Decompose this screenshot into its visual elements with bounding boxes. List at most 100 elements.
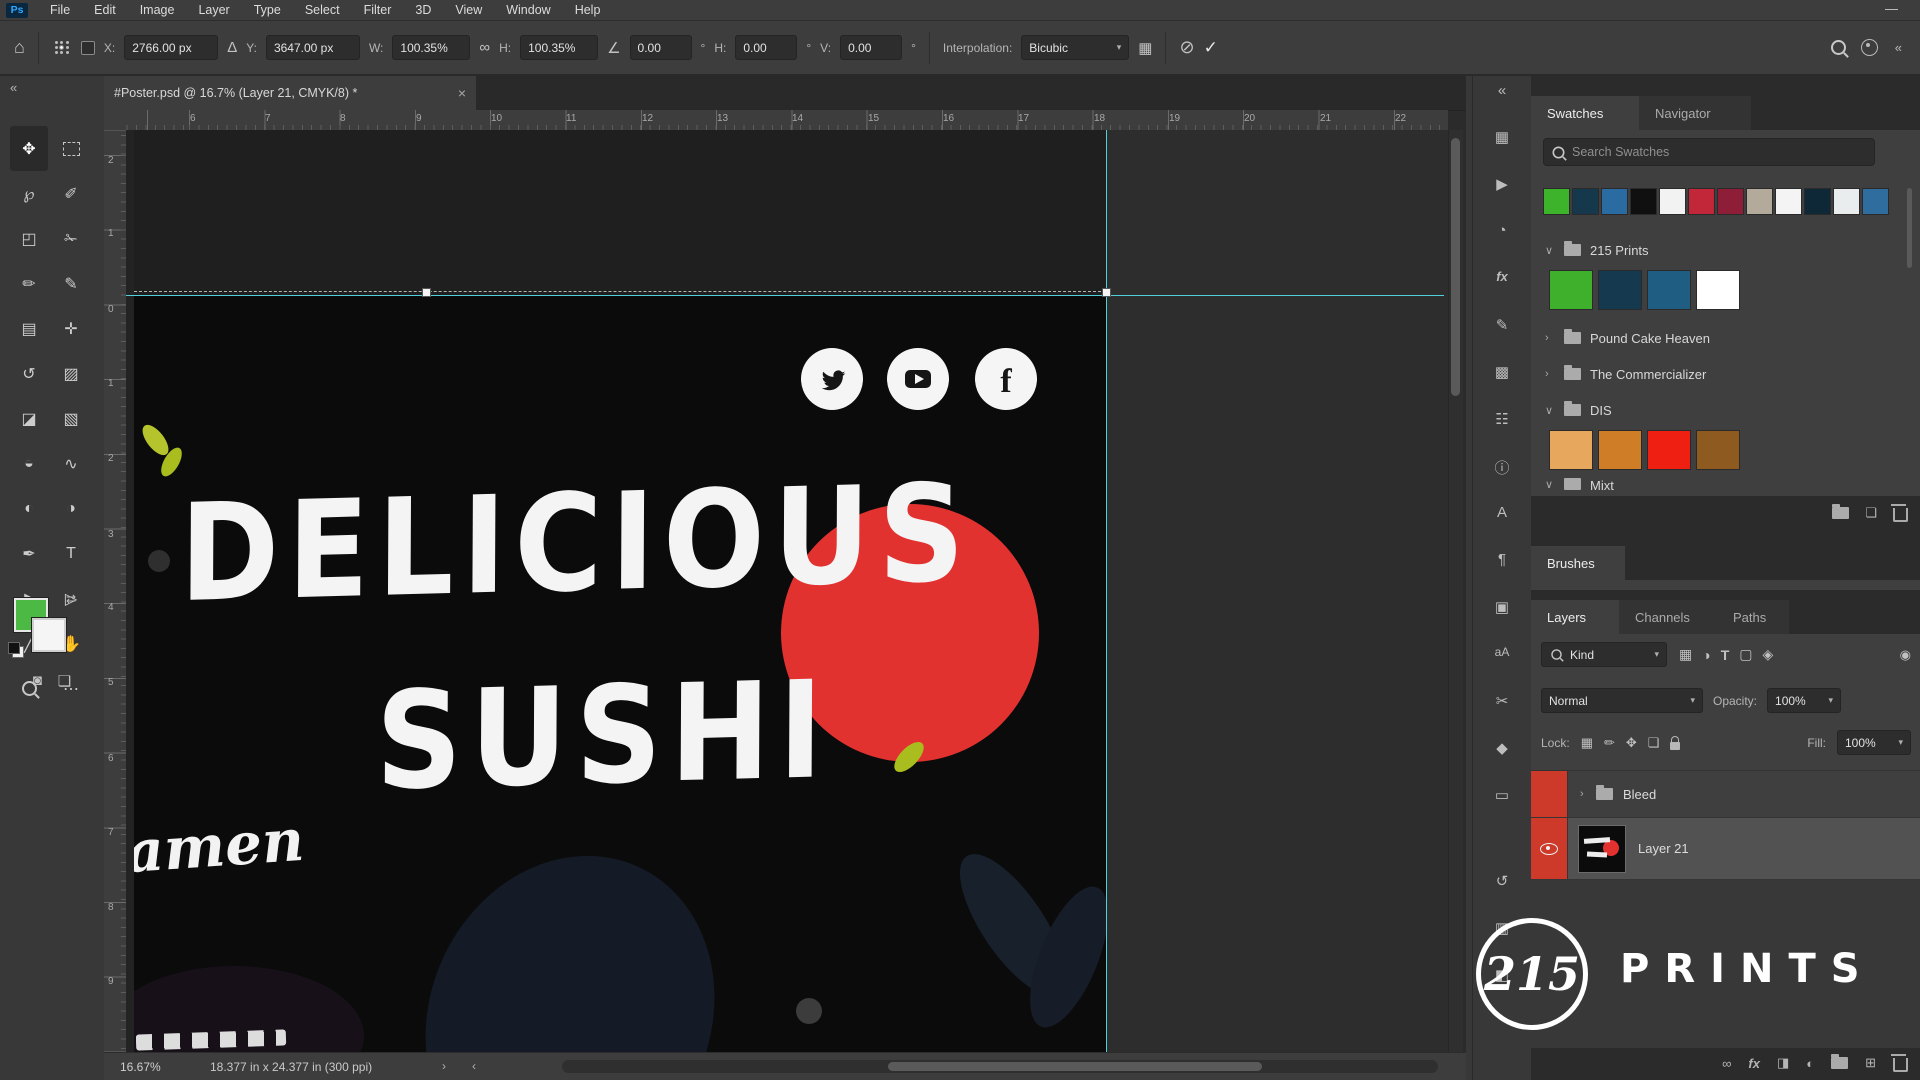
eyedropper-tool[interactable]: ✁: [52, 216, 90, 261]
horizontal-guide[interactable]: [126, 295, 1444, 296]
swatch[interactable]: [1833, 188, 1860, 215]
relative-position-toggle[interactable]: [81, 41, 95, 55]
paragraph-icon[interactable]: ¶: [1473, 551, 1531, 568]
quick-selection-tool[interactable]: ✐: [52, 171, 90, 216]
swatch[interactable]: [1647, 430, 1691, 470]
quick-mask-icon[interactable]: ◙: [33, 672, 42, 690]
document-tab[interactable]: #Poster.psd @ 16.7% (Layer 21, CMYK/8) *…: [104, 76, 476, 110]
reference-point-grid[interactable]: [52, 38, 72, 58]
swatch[interactable]: [1659, 188, 1686, 215]
menu-file[interactable]: File: [38, 0, 82, 20]
vertical-scrollbar[interactable]: [1448, 130, 1463, 1052]
filter-type-icon[interactable]: T: [1721, 647, 1730, 663]
new-group-icon[interactable]: [1832, 507, 1849, 519]
layer-row-layer-21[interactable]: Layer 21: [1531, 818, 1920, 880]
timeline-icon[interactable]: ▭: [1473, 786, 1531, 804]
chevron-down-icon[interactable]: ∨: [1545, 478, 1555, 491]
y-value-field[interactable]: 3647.00 px: [266, 35, 360, 60]
chevron-right-icon[interactable]: ›: [1545, 368, 1555, 380]
swatch[interactable]: [1549, 270, 1593, 310]
chevron-down-icon[interactable]: ∨: [1545, 404, 1555, 417]
crop-tool[interactable]: ◰: [10, 216, 48, 261]
account-icon[interactable]: [1861, 39, 1878, 56]
filter-smart-icon[interactable]: ◈: [1763, 646, 1774, 663]
menu-layer[interactable]: Layer: [186, 0, 241, 20]
scroll-left-icon[interactable]: ‹: [472, 1059, 476, 1073]
swatch[interactable]: [1717, 188, 1744, 215]
eraser-tool[interactable]: ◪: [10, 396, 48, 441]
tab-paths[interactable]: Paths: [1717, 600, 1789, 634]
new-swatch-icon[interactable]: ❏: [1865, 505, 1877, 521]
poster-document[interactable]: f DELICIOUS SUSHI amen: [134, 130, 1106, 1052]
chevron-right-icon[interactable]: ›: [1545, 332, 1555, 344]
styles-icon[interactable]: ✎: [1473, 316, 1531, 334]
swatch-group-dis[interactable]: ∨ DIS: [1531, 394, 1920, 426]
effects-icon[interactable]: fx: [1473, 269, 1531, 284]
menu-3d[interactable]: 3D: [403, 0, 443, 20]
transform-handle[interactable]: [422, 288, 431, 297]
history-brush-tool[interactable]: ↺: [10, 351, 48, 396]
libraries-icon[interactable]: ▦: [1473, 128, 1531, 146]
vertical-ruler[interactable]: 2 1 0 1 2 3 4 5 6 7 8 9: [104, 130, 127, 1052]
filter-toggle-icon[interactable]: ◉: [1900, 647, 1911, 663]
tab-brushes[interactable]: Brushes: [1531, 546, 1625, 580]
opacity-select[interactable]: 100%▾: [1767, 688, 1841, 713]
cancel-transform-icon[interactable]: ⊘: [1179, 37, 1194, 58]
collapse-options-icon[interactable]: «: [1895, 40, 1902, 55]
chevron-down-icon[interactable]: ∨: [1545, 244, 1555, 257]
transform-handle[interactable]: [1102, 288, 1111, 297]
menu-type[interactable]: Type: [242, 0, 293, 20]
rotation-value-field[interactable]: 0.00: [630, 35, 692, 60]
tab-layers[interactable]: Layers: [1531, 600, 1619, 634]
warp-mode-icon[interactable]: ▦: [1138, 39, 1152, 57]
menu-filter[interactable]: Filter: [352, 0, 404, 20]
canvas-viewport[interactable]: f DELICIOUS SUSHI amen: [126, 130, 1448, 1052]
layer-effects-icon[interactable]: fx: [1748, 1056, 1760, 1071]
commit-transform-icon[interactable]: ✓: [1204, 38, 1218, 58]
layer-row-bleed[interactable]: › Bleed: [1531, 770, 1920, 818]
new-group-icon[interactable]: [1831, 1057, 1848, 1069]
adjustment-layer-icon[interactable]: ◐: [1806, 1056, 1814, 1071]
visibility-cell[interactable]: [1531, 818, 1568, 879]
lock-transparent-icon[interactable]: ▦: [1581, 735, 1593, 751]
swatch[interactable]: [1549, 430, 1593, 470]
type-tool[interactable]: T: [52, 531, 90, 576]
window-minimize-icon[interactable]: —: [1885, 0, 1898, 18]
swatch[interactable]: [1598, 430, 1642, 470]
search-icon[interactable]: [1831, 40, 1846, 55]
filter-adjustment-icon[interactable]: ◑: [1702, 647, 1710, 663]
horizontal-ruler[interactable]: 6 7 8 9 10 11 12 13 14 15 16 17 18 19 20…: [126, 110, 1448, 131]
marquee-tool[interactable]: [52, 126, 90, 171]
lasso-tool[interactable]: ℘: [10, 171, 48, 216]
horizontal-scrollbar[interactable]: [562, 1060, 1438, 1073]
tab-swatches[interactable]: Swatches: [1531, 96, 1639, 130]
status-menu-icon[interactable]: ›: [442, 1059, 446, 1073]
trash-icon[interactable]: [1893, 508, 1908, 522]
swatch[interactable]: [1775, 188, 1802, 215]
notes-icon[interactable]: ▥: [1473, 919, 1531, 937]
fill-select[interactable]: 100%▾: [1837, 730, 1911, 755]
delta-icon[interactable]: Δ: [227, 39, 237, 56]
trash-icon[interactable]: [1893, 1058, 1908, 1072]
scrollbar-thumb[interactable]: [888, 1062, 1262, 1071]
character-icon[interactable]: A: [1473, 504, 1531, 521]
layer-filter-kind-select[interactable]: Kind ▾: [1541, 642, 1667, 667]
history-icon[interactable]: ↺: [1473, 872, 1531, 890]
close-icon[interactable]: ×: [458, 85, 466, 101]
home-icon[interactable]: ⌂: [14, 37, 25, 58]
blur-tool[interactable]: ◒: [10, 441, 48, 486]
zoom-level-field[interactable]: 16.67%: [120, 1060, 161, 1074]
info-icon[interactable]: ⓘ: [1473, 457, 1531, 478]
swatch[interactable]: [1572, 188, 1599, 215]
pencil-tool[interactable]: ✎: [52, 261, 90, 306]
brush-tool[interactable]: ✏: [10, 261, 48, 306]
visibility-cell[interactable]: [1531, 771, 1568, 817]
swatch[interactable]: [1804, 188, 1831, 215]
clone-source-icon[interactable]: ▣: [1473, 598, 1531, 616]
menu-select[interactable]: Select: [293, 0, 352, 20]
swatch-group-the-commercializer[interactable]: › The Commercializer: [1531, 358, 1920, 390]
adjustments-icon[interactable]: ☷: [1473, 410, 1531, 428]
swatch[interactable]: [1696, 270, 1740, 310]
chevron-right-icon[interactable]: ›: [1580, 788, 1590, 800]
scrollbar-thumb[interactable]: [1451, 138, 1460, 396]
